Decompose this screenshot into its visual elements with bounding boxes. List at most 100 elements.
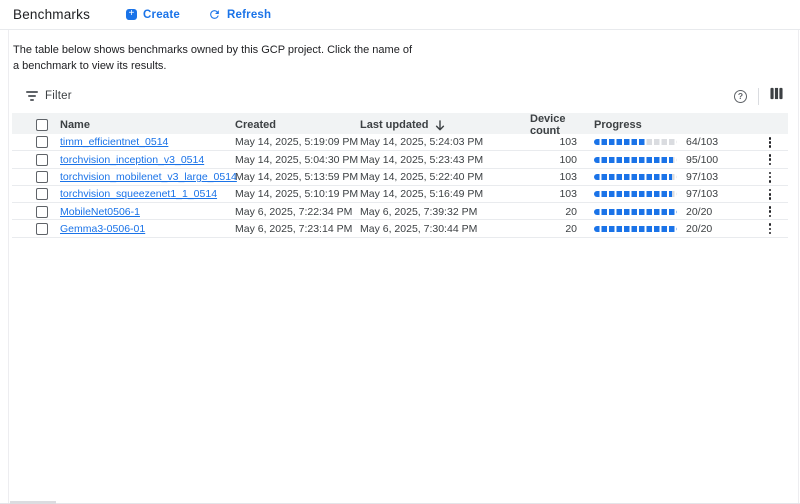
row-checkbox[interactable]	[36, 136, 48, 148]
column-header-progress[interactable]: Progress	[592, 119, 752, 131]
created-cell: May 6, 2025, 7:22:34 PM	[235, 206, 360, 218]
benchmark-name-link[interactable]: torchvision_mobilenet_v3_large_0514	[60, 171, 237, 183]
table-row: torchvision_mobilenet_v3_large_0514 May …	[12, 169, 788, 186]
create-button[interactable]: + Create	[126, 9, 180, 21]
progress-label: 97/103	[686, 188, 718, 200]
last-updated-cell: May 14, 2025, 5:23:43 PM	[360, 154, 530, 166]
toolbar-right-actions: ?	[734, 87, 783, 105]
kebab-menu-icon[interactable]	[764, 203, 777, 220]
column-header-device-count[interactable]: Device count	[530, 113, 592, 137]
header-actions: + Create Refresh	[126, 8, 271, 21]
progress-cell: 64/103	[592, 136, 752, 148]
refresh-button[interactable]: Refresh	[208, 8, 271, 21]
row-checkbox-cell	[12, 223, 60, 235]
column-header-last-updated[interactable]: Last updated	[360, 119, 530, 131]
filter-button[interactable]: Filter	[25, 90, 72, 102]
device-count-cell: 20	[565, 223, 592, 235]
progress-label: 95/100	[686, 154, 718, 166]
benchmark-name-link[interactable]: MobileNet0506-1	[60, 206, 140, 218]
row-checkbox[interactable]	[36, 154, 48, 166]
progress-cell: 97/103	[592, 171, 752, 183]
select-all-checkbox[interactable]	[36, 119, 48, 131]
created-cell: May 14, 2025, 5:10:19 PM	[235, 188, 360, 200]
benchmark-name-cell: torchvision_squeezenet1_1_0514	[60, 188, 235, 200]
kebab-menu-icon[interactable]	[764, 186, 777, 203]
progress-cell: 95/100	[592, 154, 752, 166]
last-updated-cell: May 14, 2025, 5:16:49 PM	[360, 188, 530, 200]
row-checkbox-cell	[12, 206, 60, 218]
table-row: Gemma3-0506-01 May 6, 2025, 7:23:14 PM M…	[12, 220, 788, 237]
progress-bar	[594, 139, 677, 145]
table-body: timm_efficientnet_0514 May 14, 2025, 5:1…	[12, 134, 788, 238]
page-title: Benchmarks	[13, 7, 90, 22]
kebab-menu-icon[interactable]	[764, 220, 777, 237]
created-cell: May 14, 2025, 5:13:59 PM	[235, 171, 360, 183]
device-count-cell: 100	[559, 154, 592, 166]
table-row: torchvision_inception_v3_0514 May 14, 20…	[12, 151, 788, 168]
row-checkbox-cell	[12, 154, 60, 166]
progress-cell: 97/103	[592, 188, 752, 200]
create-button-label: Create	[143, 9, 180, 21]
question-circle-icon[interactable]: ?	[734, 90, 747, 103]
benchmark-name-link[interactable]: torchvision_inception_v3_0514	[60, 154, 204, 166]
benchmark-name-cell: torchvision_mobilenet_v3_large_0514	[60, 171, 235, 183]
progress-bar	[594, 174, 677, 180]
benchmark-name-link[interactable]: timm_efficientnet_0514	[60, 136, 168, 148]
plus-square-icon: +	[126, 9, 137, 20]
description-line-2: a benchmark to view its results.	[13, 58, 800, 74]
column-header-name[interactable]: Name	[60, 119, 235, 131]
filter-label: Filter	[45, 90, 72, 102]
progress-cell: 20/20	[592, 206, 752, 218]
row-checkbox-cell	[12, 171, 60, 183]
benchmark-name-cell: Gemma3-0506-01	[60, 223, 235, 235]
last-updated-cell: May 14, 2025, 5:24:03 PM	[360, 136, 530, 148]
created-cell: May 14, 2025, 5:04:30 PM	[235, 154, 360, 166]
row-checkbox-cell	[12, 136, 60, 148]
progress-bar	[594, 209, 677, 215]
progress-label: 20/20	[686, 223, 712, 235]
kebab-menu-icon[interactable]	[764, 134, 777, 151]
device-count-cell: 103	[559, 188, 592, 200]
table-row: torchvision_squeezenet1_1_0514 May 14, 2…	[12, 186, 788, 203]
benchmark-name-cell: timm_efficientnet_0514	[60, 136, 235, 148]
filter-list-icon	[25, 91, 38, 101]
row-checkbox[interactable]	[36, 206, 48, 218]
benchmark-name-link[interactable]: Gemma3-0506-01	[60, 223, 145, 235]
description-line-1: The table below shows benchmarks owned b…	[13, 42, 800, 58]
last-updated-cell: May 6, 2025, 7:39:32 PM	[360, 206, 530, 218]
device-count-cell: 20	[565, 206, 592, 218]
table-row: MobileNet0506-1 May 6, 2025, 7:22:34 PM …	[12, 203, 788, 220]
row-checkbox[interactable]	[36, 188, 48, 200]
benchmark-name-link[interactable]: torchvision_squeezenet1_1_0514	[60, 188, 217, 200]
row-checkbox[interactable]	[36, 223, 48, 235]
column-header-created[interactable]: Created	[235, 119, 360, 131]
column-display-icon[interactable]	[770, 87, 783, 105]
refresh-icon	[208, 8, 221, 21]
device-count-cell: 103	[559, 171, 592, 183]
benchmarks-table: Name Created Last updated Device count P…	[12, 113, 788, 238]
progress-label: 64/103	[686, 136, 718, 148]
benchmark-name-cell: MobileNet0506-1	[60, 206, 235, 218]
arrow-down-icon	[435, 120, 445, 131]
progress-bar	[594, 226, 677, 232]
progress-label: 20/20	[686, 206, 712, 218]
kebab-menu-icon[interactable]	[764, 169, 777, 186]
created-cell: May 6, 2025, 7:23:14 PM	[235, 223, 360, 235]
window-right-edge	[798, 0, 799, 504]
last-updated-cell: May 14, 2025, 5:22:40 PM	[360, 171, 530, 183]
progress-bar	[594, 191, 677, 197]
header-checkbox-cell	[12, 119, 60, 131]
refresh-button-label: Refresh	[227, 9, 271, 21]
row-checkbox[interactable]	[36, 171, 48, 183]
progress-bar	[594, 157, 677, 163]
page-header: Benchmarks + Create Refresh	[0, 0, 800, 30]
kebab-menu-icon[interactable]	[764, 151, 777, 168]
progress-cell: 20/20	[592, 223, 752, 235]
benchmark-name-cell: torchvision_inception_v3_0514	[60, 154, 235, 166]
row-checkbox-cell	[12, 188, 60, 200]
table-toolbar: Filter ?	[0, 83, 800, 109]
toolbar-divider	[758, 88, 759, 105]
device-count-cell: 103	[559, 136, 592, 148]
table-header-row: Name Created Last updated Device count P…	[12, 113, 788, 134]
progress-label: 97/103	[686, 171, 718, 183]
